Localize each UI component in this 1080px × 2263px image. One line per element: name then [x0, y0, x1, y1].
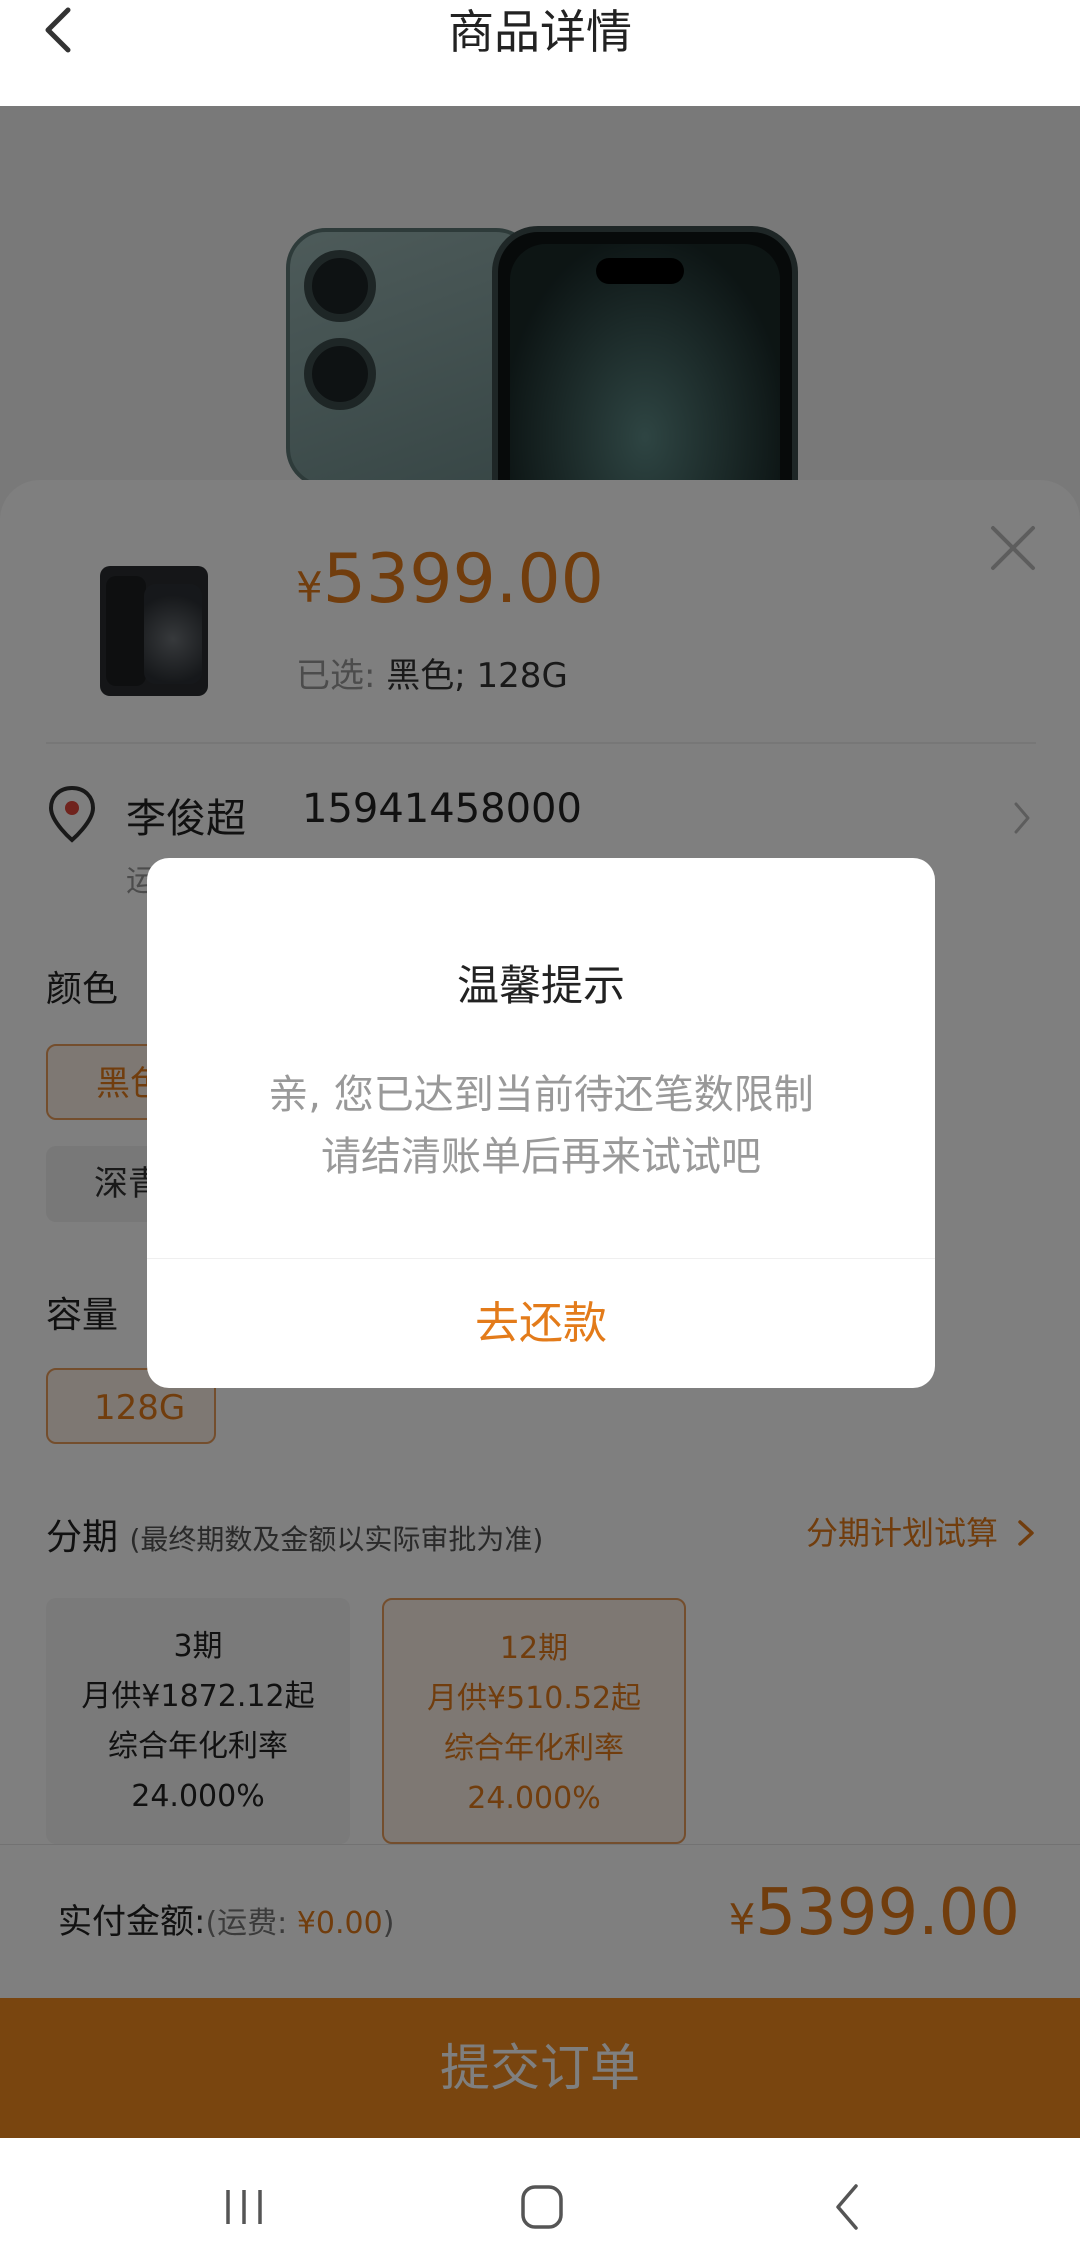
page-title: 商品详情	[448, 5, 632, 59]
home-icon[interactable]	[512, 2182, 572, 2232]
header-bar: 商品详情	[0, 0, 1080, 106]
dialog-title: 温馨提示	[456, 961, 625, 1010]
recent-apps-icon[interactable]	[214, 2182, 274, 2232]
go-repay-button[interactable]: 去还款	[147, 1259, 935, 1388]
reminder-dialog: 温馨提示 亲, 您已达到当前待还笔数限制 请结清账单后再来试试吧 去还款	[147, 858, 935, 1388]
back-icon[interactable]	[818, 2182, 878, 2232]
dialog-message: 亲, 您已达到当前待还笔数限制 请结清账单后再来试试吧	[268, 1072, 814, 1180]
